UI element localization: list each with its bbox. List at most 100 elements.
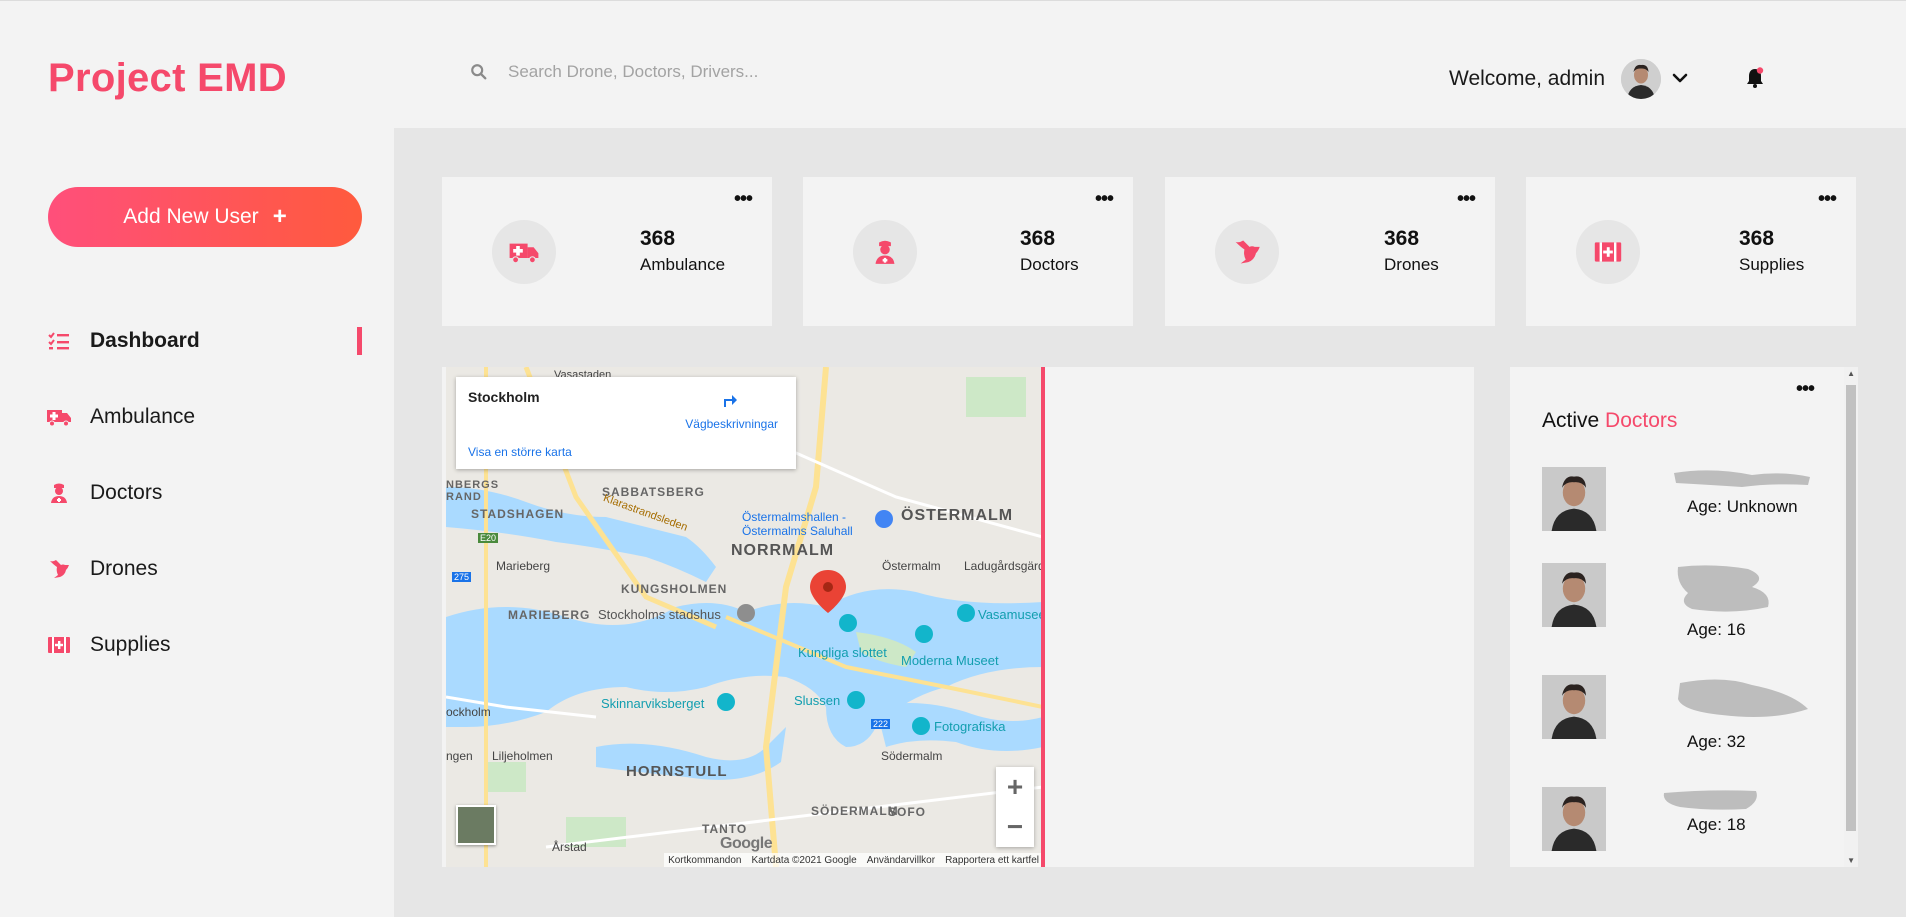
google-logo: Google: [720, 835, 773, 852]
drone-icon: [1215, 220, 1279, 284]
scroll-up-arrow-icon[interactable]: ▲: [1847, 369, 1855, 378]
map-place-name: Stockholm: [468, 389, 540, 405]
scrollbar-thumb[interactable]: [1846, 385, 1856, 831]
doctor-icon: [853, 220, 917, 284]
doctor-age: Age: 18: [1687, 815, 1746, 834]
doctor-list-item[interactable]: Age: 32: [1542, 675, 1842, 751]
sidebar-item-label: Supplies: [90, 633, 171, 656]
drone-icon: [46, 557, 72, 581]
redacted-name: [1663, 790, 1757, 810]
avatar-photo: [1621, 59, 1661, 99]
map-place-label: Södermalm: [881, 749, 943, 763]
title-highlight: Doctors: [1605, 409, 1678, 432]
sidebar-item-ambulance[interactable]: Ambulance: [46, 397, 362, 437]
bell-icon[interactable]: [1744, 66, 1766, 90]
sidebar-item-label: Dashboard: [90, 329, 200, 352]
stat-card-ambulance: ••• 368 Ambulance: [442, 177, 772, 326]
terms-link[interactable]: Användarvillkor: [867, 855, 935, 866]
map-place-label: SÖDERMALM: [811, 804, 899, 818]
active-doctors-panel: ••• Active Doctors Age: Unknown Age: 16 …: [1510, 367, 1858, 867]
add-user-label: Add New User: [123, 205, 259, 228]
sidebar-item-supplies[interactable]: Supplies: [46, 625, 362, 665]
doctor-list-item[interactable]: Age: 16: [1542, 563, 1842, 639]
welcome-text: Welcome, admin: [1449, 67, 1606, 90]
top-divider: [0, 0, 1906, 1]
search-input[interactable]: [508, 62, 908, 82]
plus-icon: +: [272, 203, 287, 230]
more-options-icon[interactable]: •••: [1457, 189, 1476, 209]
map-place-label: ngen: [446, 749, 473, 763]
sidebar-item-label: Ambulance: [90, 405, 196, 428]
zoom-in-button[interactable]: +: [996, 767, 1034, 807]
keyboard-shortcuts-link[interactable]: Kortkommandon: [668, 855, 741, 866]
map-place-label: 275: [452, 572, 472, 582]
scroll-down-arrow-icon[interactable]: ▼: [1847, 856, 1855, 865]
sidebar-item-drones[interactable]: Drones: [46, 549, 362, 589]
map-place-label: Ladugårdsgärdet: [964, 559, 1043, 573]
sidebar-item-doctors[interactable]: Doctors: [46, 473, 362, 513]
map-place-label: Årstad: [552, 840, 587, 854]
doctor-age: Age: 32: [1687, 732, 1746, 751]
map-place-label: 222: [871, 719, 891, 729]
embedded-map[interactable]: Vasastaden SABBATSBERG STADSHAGEN Klaras…: [446, 367, 1043, 867]
map-place-label: Östermalmshallen - Östermalms Saluhall: [742, 510, 853, 538]
larger-map-link[interactable]: Visa en större karta: [468, 445, 572, 459]
stat-label: Supplies: [1739, 255, 1805, 274]
map-attribution: Kortkommandon Kartdata ©2021 Google Anvä…: [664, 853, 1043, 867]
active-doctors-title: Active Doctors: [1542, 409, 1677, 433]
ambulance-icon: [46, 405, 72, 429]
map-place-label: NBERGS: [446, 479, 500, 491]
map-place-label: KUNGSHOLMEN: [621, 582, 728, 596]
more-options-icon[interactable]: •••: [1818, 189, 1837, 209]
map-place-label: Östermalm: [882, 559, 941, 573]
scrollbar-track[interactable]: ▲ ▼: [1844, 367, 1858, 867]
map-place-label: Skinnarviksberget: [601, 696, 705, 711]
map-zoom-controls: + −: [996, 767, 1034, 847]
directions-icon[interactable]: [720, 389, 740, 409]
brand-logo: Project EMD: [48, 56, 287, 100]
map-place-label: Marieberg: [496, 559, 551, 573]
map-place-label: NORRMALM: [731, 542, 835, 559]
map-place-label: Slussen: [794, 693, 841, 708]
stat-card-supplies: ••• 368 Supplies: [1526, 177, 1856, 326]
map-place-label: STADSHAGEN: [471, 507, 565, 521]
doctor-photo: [1542, 563, 1606, 627]
zoom-out-button[interactable]: −: [996, 807, 1034, 847]
stat-value: 368: [1384, 227, 1420, 250]
doctor-icon: [46, 481, 72, 505]
map-place-label: Moderna Museet: [901, 653, 999, 668]
map-place-label: HORNSTULL: [626, 763, 728, 780]
map-place-label: ockholm: [446, 705, 491, 719]
stat-value: 368: [640, 227, 676, 250]
directions-link[interactable]: Vägbeskrivningar: [685, 417, 778, 431]
search-bar[interactable]: [470, 62, 908, 82]
medkit-icon: [1576, 220, 1640, 284]
more-options-icon[interactable]: •••: [734, 189, 753, 209]
doctor-list-item[interactable]: Age: 18: [1542, 787, 1842, 853]
sidebar-item-dashboard[interactable]: Dashboard: [46, 321, 362, 361]
map-data-text: Kartdata ©2021 Google: [751, 854, 857, 866]
stat-value: 368: [1739, 227, 1775, 250]
more-options-icon[interactable]: •••: [1796, 379, 1815, 399]
doctor-list-item[interactable]: Age: Unknown: [1542, 467, 1842, 533]
map-place-label: E20: [478, 533, 499, 543]
map-place-label: Vasamuseet: [978, 607, 1043, 622]
stat-value: 368: [1020, 227, 1056, 250]
title-prefix: Active: [1542, 409, 1600, 432]
active-indicator: [357, 327, 362, 355]
stat-card-doctors: ••• 368 Doctors: [803, 177, 1133, 326]
map-place-label: Stockholms stadshus: [598, 607, 721, 622]
chevron-down-icon[interactable]: [1670, 70, 1690, 86]
map-place-label: ÖSTERMALM: [901, 507, 1014, 524]
more-options-icon[interactable]: •••: [1095, 189, 1114, 209]
redacted-name: [1678, 679, 1808, 717]
doctor-photo: [1542, 675, 1606, 739]
user-avatar[interactable]: [1621, 59, 1661, 99]
redacted-name: [1674, 470, 1810, 487]
satellite-toggle[interactable]: [456, 805, 496, 845]
map-place-label: Kungliga slottet: [798, 645, 887, 660]
stat-label: Ambulance: [640, 255, 726, 274]
add-new-user-button[interactable]: Add New User +: [48, 187, 362, 247]
report-error-link[interactable]: Rapportera ett kartfel: [945, 855, 1039, 866]
sidebar-item-label: Drones: [90, 557, 158, 580]
